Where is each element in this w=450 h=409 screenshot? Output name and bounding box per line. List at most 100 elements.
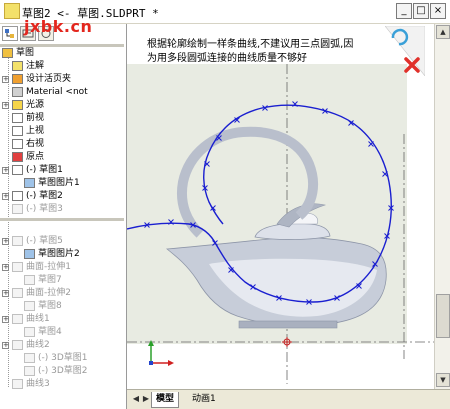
sketch-icon xyxy=(12,204,23,214)
picture-icon xyxy=(24,249,35,259)
close-button[interactable]: × xyxy=(430,3,446,19)
sketch-icon xyxy=(12,236,23,246)
annotation-icon xyxy=(12,61,23,71)
tree-item[interactable]: (-) 草图3 xyxy=(0,203,124,216)
tab-nav-next-icon[interactable]: ▶ xyxy=(141,393,151,405)
material-icon xyxy=(12,87,23,97)
tree-item[interactable]: 前视 xyxy=(0,112,124,125)
expand-icon[interactable]: + xyxy=(2,316,9,323)
tree-item[interactable]: 草图图片2 xyxy=(0,248,124,261)
plane-icon xyxy=(12,126,23,136)
tab-animation[interactable]: 动画1 xyxy=(189,393,219,407)
tree-item-label: (-) 3D草图2 xyxy=(38,366,88,376)
feature-tree-tab[interactable] xyxy=(2,26,18,41)
tree-item-label: 草图 xyxy=(16,48,35,58)
minimize-button[interactable]: _ xyxy=(396,3,412,19)
tree-item[interactable]: + 光源 xyxy=(0,99,124,112)
scroll-down-button[interactable]: ▼ xyxy=(436,373,450,387)
tree-item[interactable]: (-) 3D草图2 xyxy=(0,365,124,378)
tree-item[interactable]: (-) 3D草图1 xyxy=(0,352,124,365)
tree-item-label: 曲面-拉伸2 xyxy=(26,288,71,298)
tree-item[interactable]: + 曲线2 xyxy=(0,339,124,352)
tree-item[interactable]: 原点 xyxy=(0,151,124,164)
maximize-button[interactable]: □ xyxy=(413,3,429,19)
tree-item-label: 上视 xyxy=(26,126,45,136)
tree-item-label: 曲面-拉伸1 xyxy=(26,262,71,272)
site-watermark: jxbk.cn xyxy=(24,17,93,36)
surface-icon xyxy=(12,262,23,272)
tree-item-label: (-) 草图5 xyxy=(26,236,63,246)
tree-item-label: 原点 xyxy=(26,152,45,162)
surface-icon xyxy=(12,288,23,298)
tree-item[interactable]: + (-) 草图2 xyxy=(0,190,124,203)
curve-icon xyxy=(12,340,23,350)
expand-icon[interactable]: + xyxy=(2,238,9,245)
tree-item-label: (-) 草图2 xyxy=(26,191,63,201)
expand-icon[interactable]: + xyxy=(2,76,9,83)
sketch-icon xyxy=(24,275,35,285)
expand-icon[interactable]: + xyxy=(2,193,9,200)
tree-item[interactable]: + (-) 草图1 xyxy=(0,164,124,177)
tree-item[interactable]: + 曲面-拉伸1 xyxy=(0,261,124,274)
plane-icon xyxy=(12,113,23,123)
tree-item-label: 草图8 xyxy=(38,301,62,311)
tree-item[interactable]: 右视 xyxy=(0,138,124,151)
tree-item[interactable]: + 曲面-拉伸2 xyxy=(0,287,124,300)
sketch-icon xyxy=(12,165,23,175)
tree-item-label: (-) 草图1 xyxy=(26,165,63,175)
sketch3d-icon xyxy=(24,353,35,363)
tree-item[interactable]: Material <not xyxy=(0,86,124,99)
tree-item[interactable]: 草图 xyxy=(0,47,124,60)
binder-icon xyxy=(12,74,23,84)
tree-item-label: Material <not xyxy=(26,87,88,97)
tree-item[interactable]: 草图8 xyxy=(0,300,124,313)
tab-nav-prev-icon[interactable]: ◀ xyxy=(131,393,141,405)
curve-icon xyxy=(12,379,23,389)
tree-item[interactable]: + 曲线1 xyxy=(0,313,124,326)
tree-item[interactable]: 上视 xyxy=(0,125,124,138)
bottom-tab-bar: ◀ ▶ 模型 动画1 xyxy=(127,389,450,409)
tree-item-label: 设计活页夹 xyxy=(26,74,72,84)
feature-manager-panel: 草图注解 + 设计活页夹 Material <not + 光源 前视上视右视原点 + (-) 草… xyxy=(0,24,127,409)
tree-item-label: 草图4 xyxy=(38,327,62,337)
tree-item-label: 前视 xyxy=(26,113,45,123)
tree-item[interactable]: 曲线3 xyxy=(0,378,124,391)
tree-item[interactable]: 草图4 xyxy=(0,326,124,339)
scroll-thumb[interactable] xyxy=(436,294,450,338)
light-icon xyxy=(12,100,23,110)
tree-item[interactable]: 草图图片1 xyxy=(0,177,124,190)
expand-icon[interactable]: + xyxy=(2,167,9,174)
tree-item[interactable]: + (-) 草图5 xyxy=(0,235,124,248)
tree-item-label: (-) 3D草图1 xyxy=(38,353,88,363)
tree-item-label: 曲线1 xyxy=(26,314,50,324)
graphics-area[interactable]: 根据轮廓绘制一样条曲线,不建议用三点圆弧,因为用多段圆弧连接的曲线质量不够好 xyxy=(127,24,434,389)
sketch-icon xyxy=(24,301,35,311)
sketch-icon xyxy=(24,327,35,337)
picture-icon xyxy=(24,178,35,188)
expand-icon[interactable]: + xyxy=(2,290,9,297)
tree-item[interactable]: + 设计活页夹 xyxy=(0,73,124,86)
expand-icon[interactable]: + xyxy=(2,342,9,349)
confirmation-corner xyxy=(385,26,425,76)
vertical-scrollbar[interactable]: ▲ ▼ xyxy=(434,24,450,389)
expand-icon[interactable]: + xyxy=(2,102,9,109)
tree-item[interactable]: 草图7 xyxy=(0,274,124,287)
x-axis-arrow-icon xyxy=(168,360,174,366)
tab-model[interactable]: 模型 xyxy=(151,392,180,408)
scroll-up-button[interactable]: ▲ xyxy=(436,25,450,39)
tree-item-label: 右视 xyxy=(26,139,45,149)
tree-item-label: 草图7 xyxy=(38,275,62,285)
expand-icon[interactable]: + xyxy=(2,264,9,271)
teapot-base xyxy=(238,320,338,329)
tree-item-label: 曲线2 xyxy=(26,340,50,350)
rollback-bar[interactable] xyxy=(0,218,124,221)
curve-icon xyxy=(12,314,23,324)
instruction-note: 根据轮廓绘制一样条曲线,不建议用三点圆弧,因为用多段圆弧连接的曲线质量不够好 xyxy=(147,39,354,64)
tree-item-label: 草图图片1 xyxy=(38,178,80,188)
feature-tree-icon xyxy=(5,29,14,38)
origin-icon xyxy=(12,152,23,162)
plane-icon xyxy=(12,139,23,149)
part-icon xyxy=(2,48,13,58)
tree-item[interactable]: 注解 xyxy=(0,60,124,73)
tree-item-label: 曲线3 xyxy=(26,379,50,389)
